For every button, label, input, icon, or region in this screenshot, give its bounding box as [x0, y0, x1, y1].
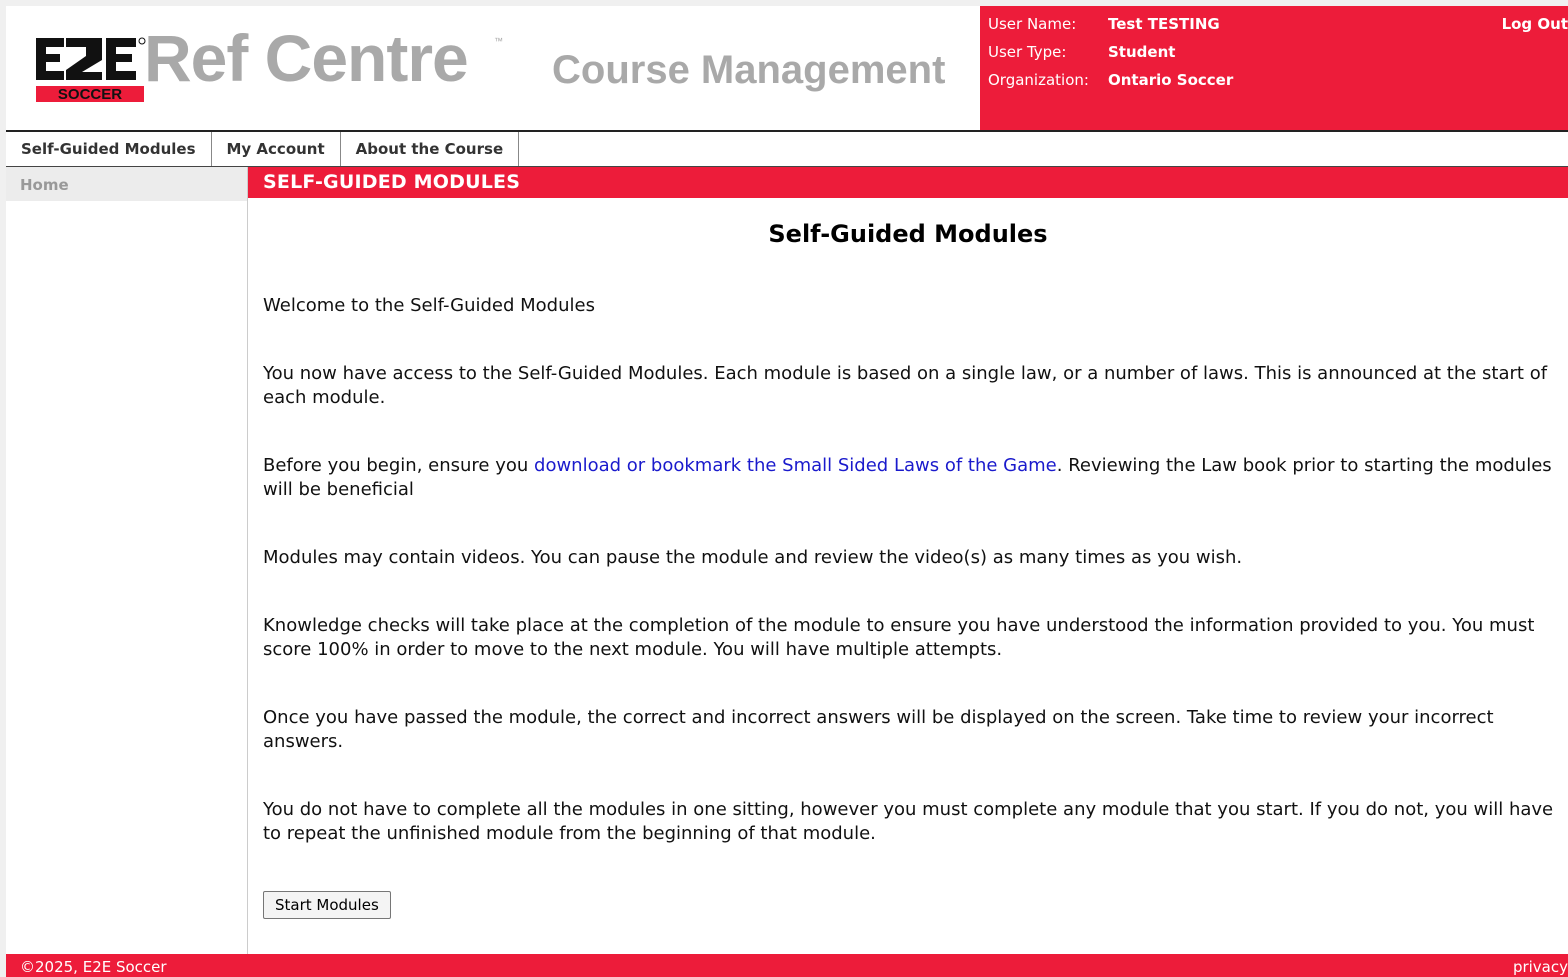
- organization-label: Organization:: [988, 71, 1089, 89]
- user-type-row: User Type: Student: [988, 43, 1175, 61]
- sidebar: Home: [6, 167, 248, 954]
- header: SOCCER Ref Centre ™ Course Management Us…: [6, 6, 1568, 130]
- logo-soccer-text: SOCCER: [58, 86, 122, 103]
- user-name-row: User Name: Test TESTING: [988, 15, 1220, 33]
- begin-text: Before you begin, ensure you download or…: [263, 454, 1563, 502]
- user-type-label: User Type:: [988, 43, 1067, 61]
- user-name-value: Test TESTING: [1108, 15, 1220, 33]
- organization-row: Organization: Ontario Soccer: [988, 71, 1233, 89]
- top-nav: Self-Guided Modules My Account About the…: [6, 130, 1568, 167]
- start-modules-button[interactable]: Start Modules: [263, 891, 391, 919]
- access-text: You now have access to the Self-Guided M…: [263, 363, 1548, 408]
- organization-value: Ontario Soccer: [1108, 71, 1234, 89]
- footer: ©2025, E2E Soccer privacy: [6, 954, 1568, 977]
- tab-about-the-course[interactable]: About the Course: [341, 132, 520, 166]
- passed-text: Once you have passed the module, the cor…: [263, 707, 1494, 752]
- app-subtitle: Course Management: [552, 48, 946, 92]
- user-name-label: User Name:: [988, 15, 1077, 33]
- trademark-symbol: ™: [494, 36, 503, 46]
- user-info-panel: User Name: Test TESTING User Type: Student…: [980, 6, 1568, 130]
- tab-my-account[interactable]: My Account: [212, 132, 341, 166]
- privacy-link[interactable]: privacy: [1513, 952, 1568, 977]
- videos-text: Modules may contain videos. You can paus…: [263, 547, 1243, 568]
- user-type-value: Student: [1108, 43, 1176, 61]
- sitting-text: You do not have to complete all the modu…: [263, 799, 1554, 844]
- brand-title: Ref Centre: [144, 21, 469, 95]
- laws-of-the-game-link[interactable]: download or bookmark the Small Sided Law…: [534, 455, 1057, 476]
- welcome-text: Welcome to the Self-Guided Modules: [263, 295, 595, 316]
- content-body: Self-Guided Modules Welcome to the Self-…: [248, 220, 1568, 919]
- main-content: SELF-GUIDED MODULES Self-Guided Modules …: [248, 167, 1568, 954]
- logout-link[interactable]: Log Out: [1502, 15, 1568, 33]
- page: SOCCER Ref Centre ™ Course Management Us…: [6, 6, 1568, 977]
- section-title-bar: SELF-GUIDED MODULES: [248, 167, 1568, 198]
- knowledge-checks-text: Knowledge checks will take place at the …: [263, 615, 1535, 660]
- tab-self-guided-modules[interactable]: Self-Guided Modules: [6, 132, 212, 166]
- page-title: Self-Guided Modules: [768, 220, 1048, 248]
- e2e-soccer-logo: SOCCER: [36, 37, 146, 103]
- sidebar-item-home[interactable]: Home: [6, 167, 247, 201]
- copyright-text: ©2025, E2E Soccer: [20, 958, 167, 976]
- begin-prefix: Before you begin, ensure you: [263, 455, 535, 476]
